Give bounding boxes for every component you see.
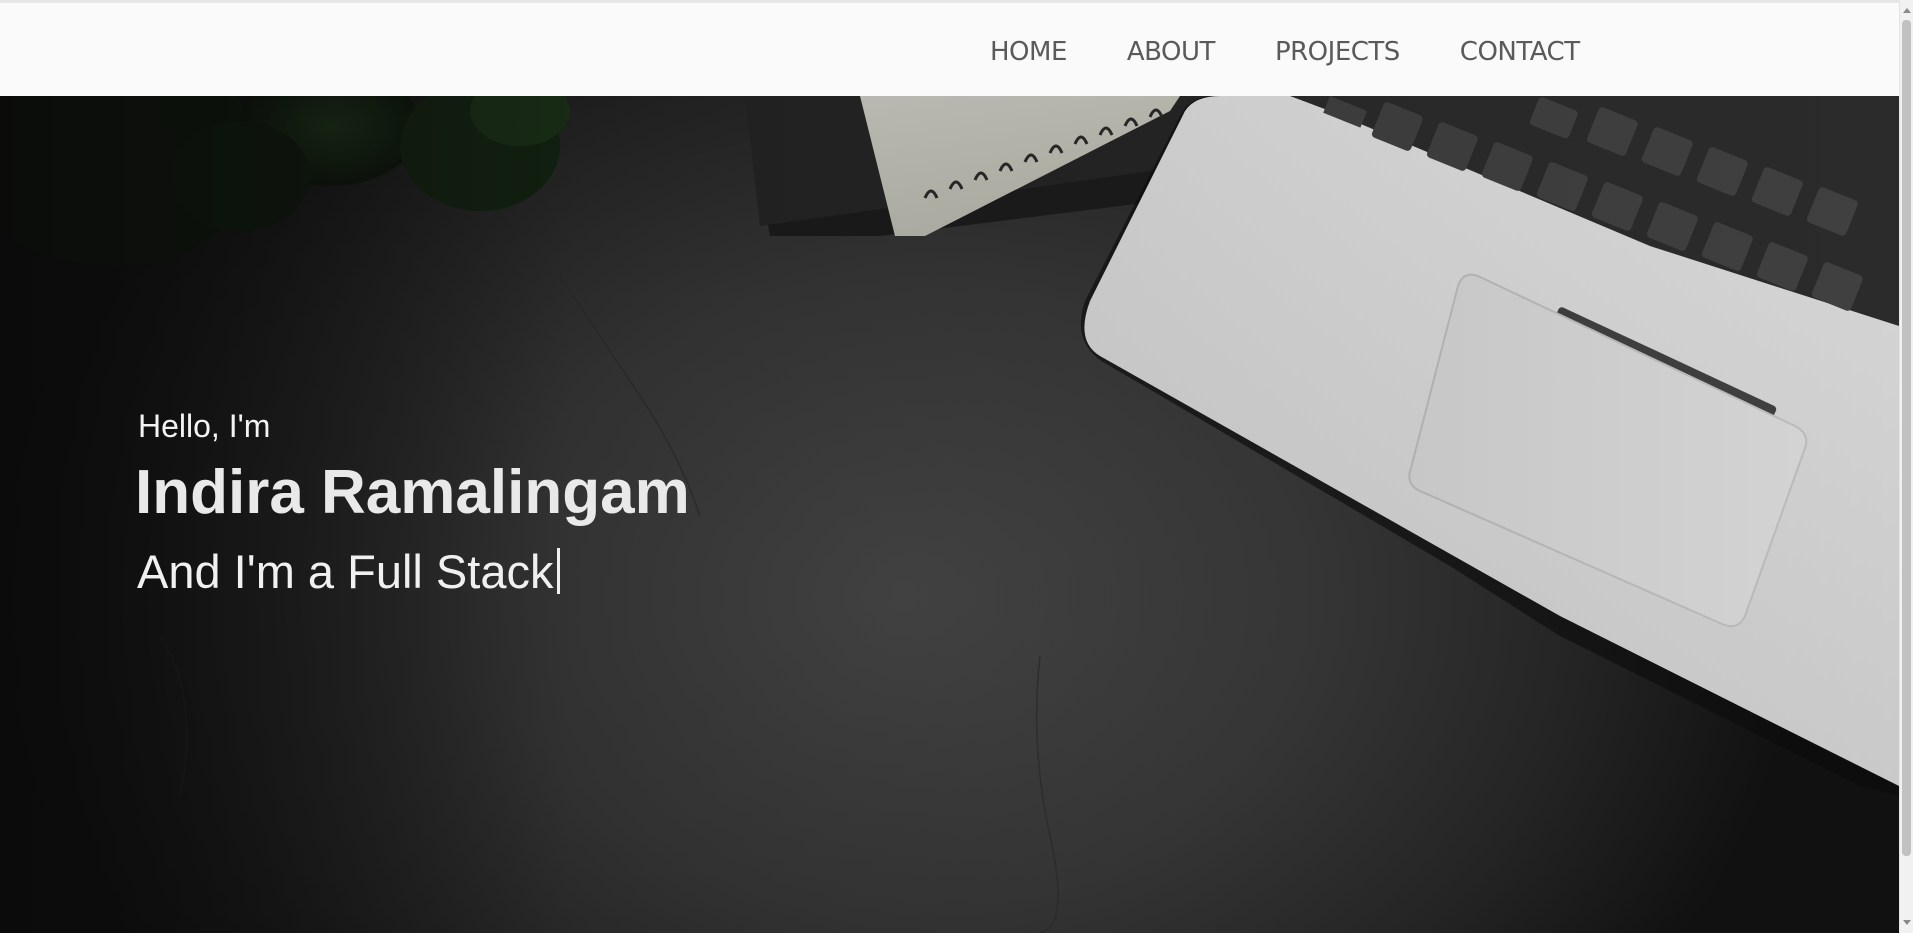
hero-section: Hello, I'm Indira Ramalingam And I'm a F… [0,96,1899,933]
nav-item-home: HOME [990,34,1127,70]
nav-menu: HOME ABOUT PROJECTS CONTACT [990,34,1580,70]
portfolio-page: HOME ABOUT PROJECTS CONTACT Hello, I'm I… [0,0,1913,933]
typing-cursor [557,548,561,594]
nav-link-about[interactable]: ABOUT [1127,34,1216,70]
nav-link-home[interactable]: HOME [990,34,1067,70]
scroll-down-arrow-icon[interactable] [1903,920,1911,925]
nav-link-projects[interactable]: PROJECTS [1275,34,1400,70]
scroll-thumb[interactable] [1902,20,1911,856]
nav-link-contact[interactable]: CONTACT [1460,34,1580,70]
hero-role-text: And I'm a Full Stack [137,545,554,598]
top-navbar: HOME ABOUT PROJECTS CONTACT [0,0,1899,96]
nav-item-about: ABOUT [1127,34,1275,70]
hero-role-line: And I'm a Full Stack [137,542,690,602]
hero-name: Indira Ramalingam [135,458,690,527]
vertical-scrollbar[interactable] [1899,0,1913,933]
nav-item-projects: PROJECTS [1275,34,1460,70]
scroll-up-arrow-icon[interactable] [1903,8,1911,13]
nav-item-contact: CONTACT [1460,34,1580,70]
hero-greeting: Hello, I'm [138,408,271,444]
hero-intro: Hello, I'm Indira Ramalingam And I'm a F… [135,406,690,602]
